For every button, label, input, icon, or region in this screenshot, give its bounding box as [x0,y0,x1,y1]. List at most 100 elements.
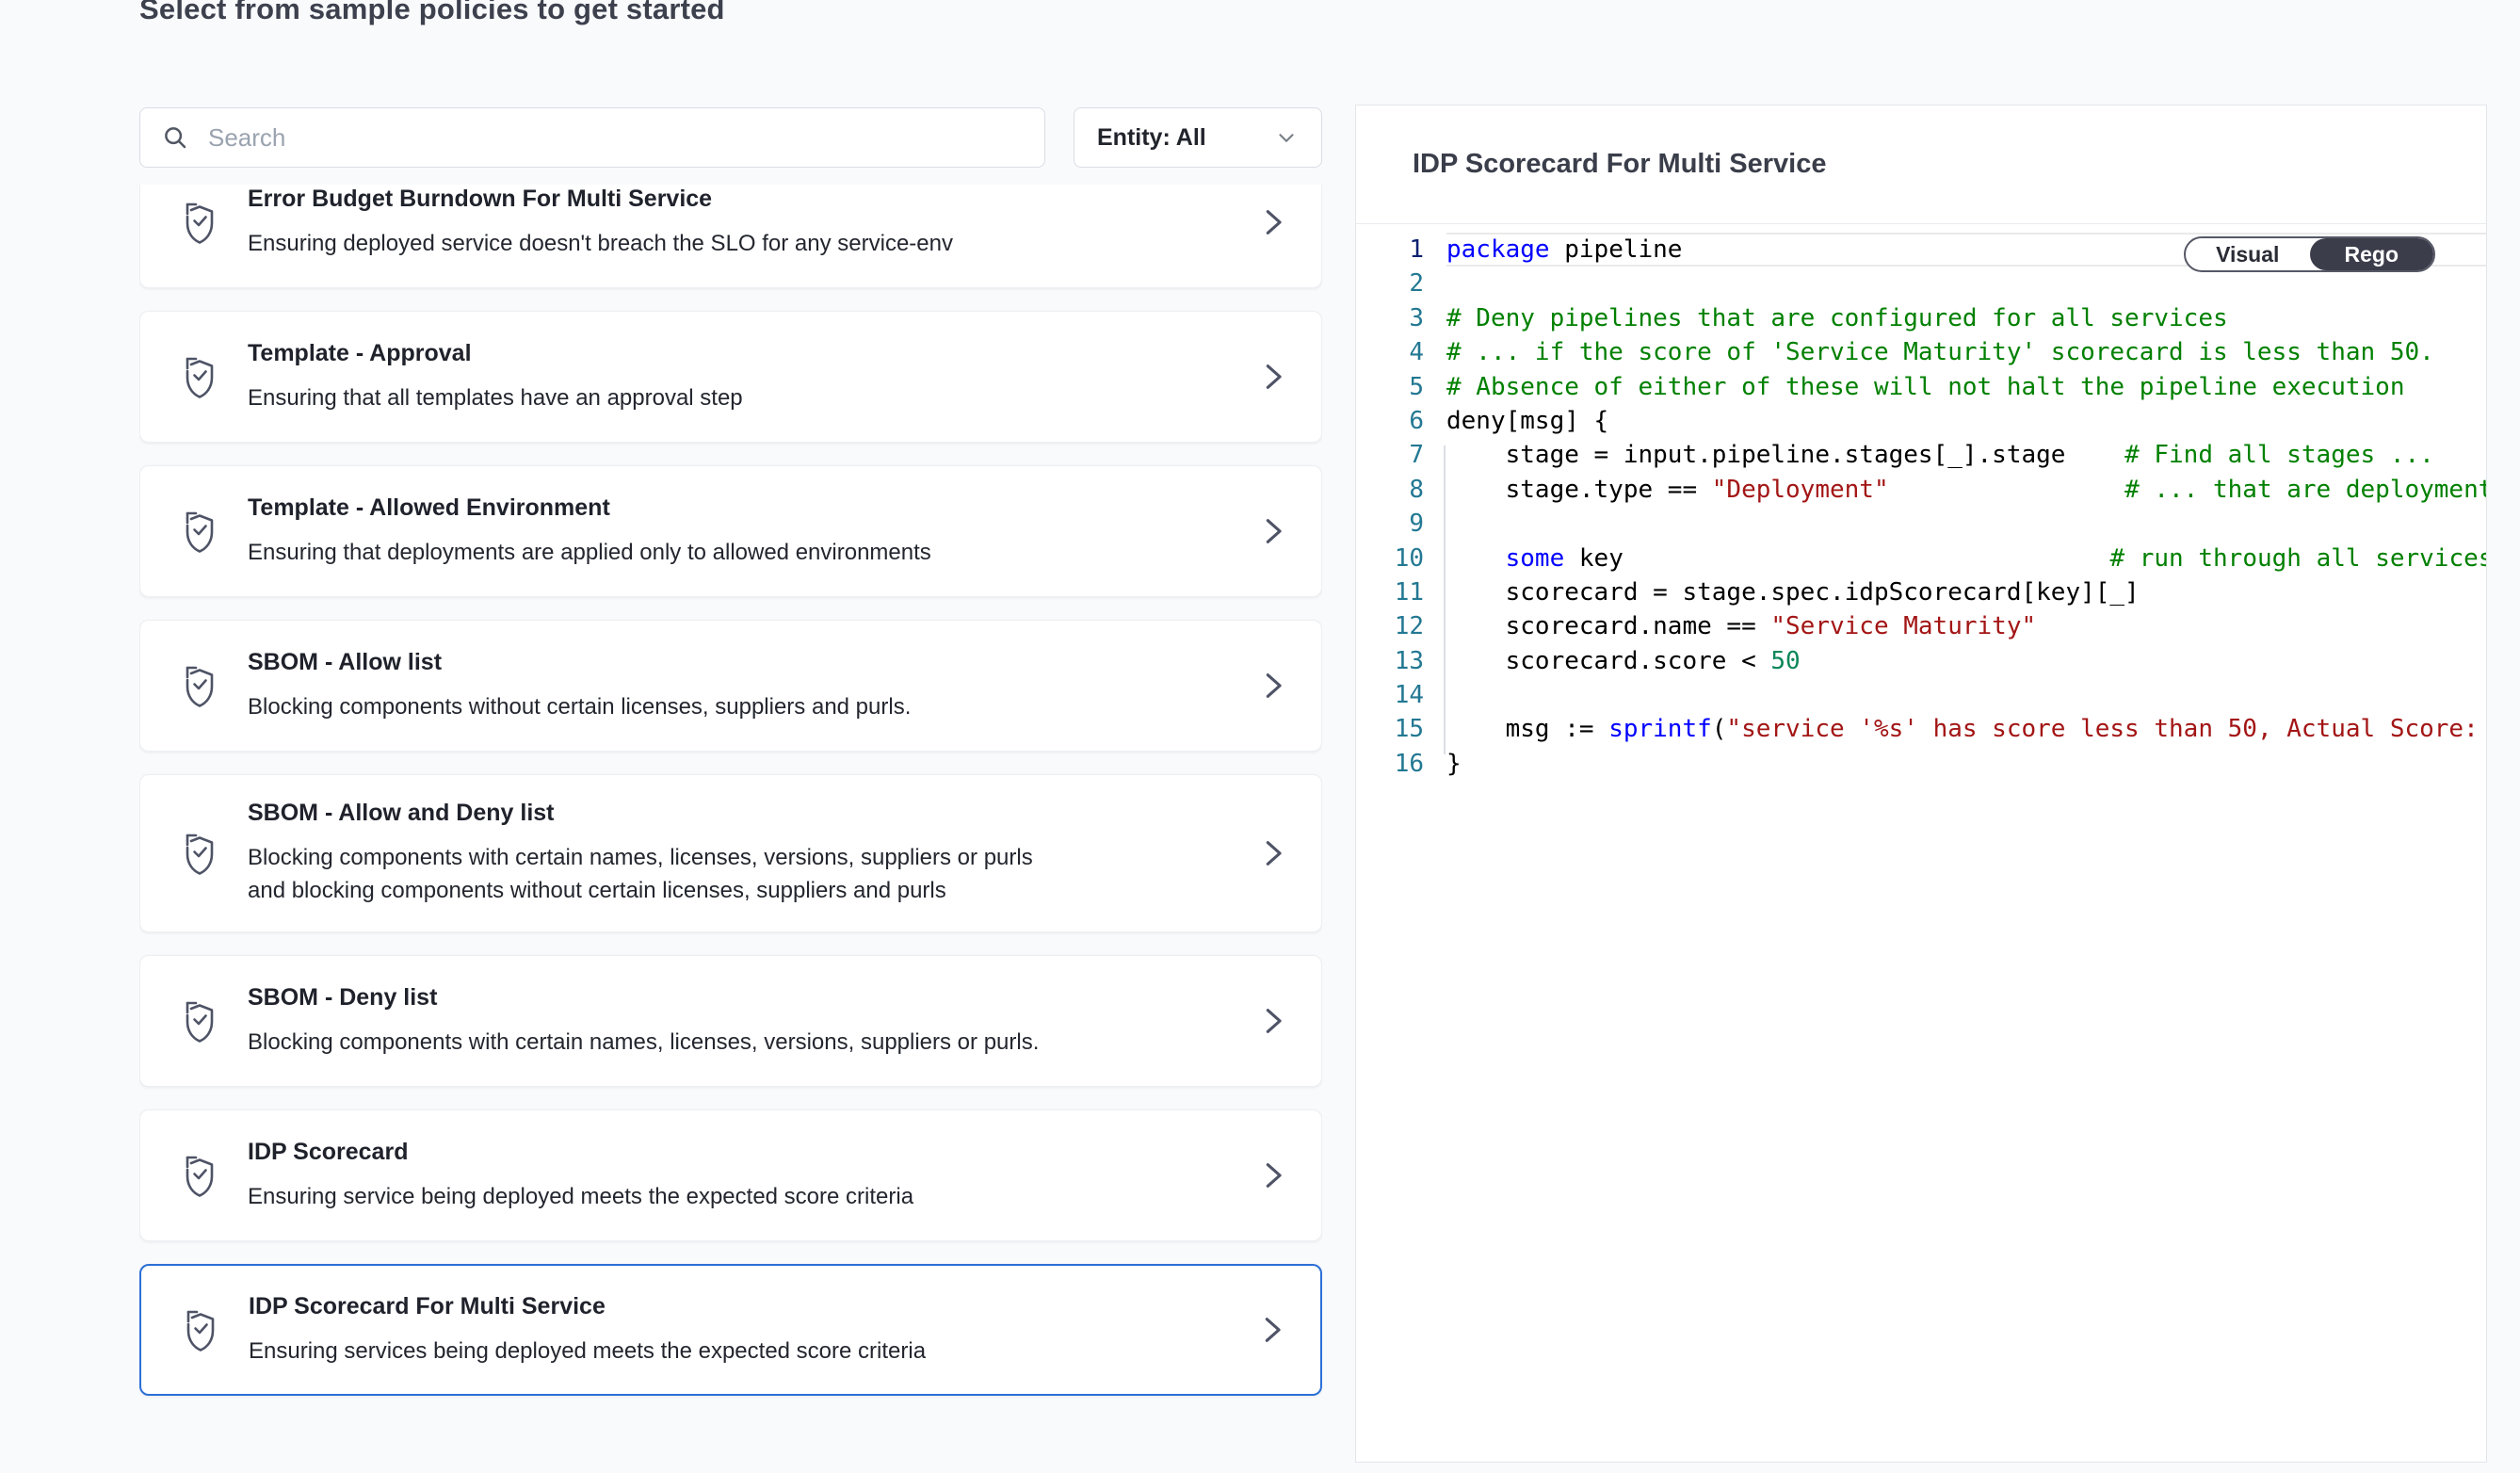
code-line: 4 # ... if the score of 'Service Maturity… [1356,335,2486,369]
code-line-content: # Absence of either of these will not ha… [1446,370,2486,404]
policy-card[interactable]: SBOM - Allow and Deny list Blocking comp… [139,774,1322,932]
chevron-right-icon[interactable] [1257,1157,1289,1194]
policy-title: IDP Scorecard For Multi Service [249,1293,1058,1320]
policy-shield-check-icon [179,1305,222,1354]
code-line: 6 deny[msg] { [1356,404,2486,438]
policy-title: SBOM - Deny list [248,984,1058,1012]
policy-description: Blocking components without certain lice… [248,690,1058,723]
policy-description: Ensuring service being deployed meets th… [248,1180,1058,1213]
code-line: 5 # Absence of either of these will not h… [1356,370,2486,404]
policy-detail-panel: IDP Scorecard For Multi Service Visual R… [1355,105,2487,1463]
policy-shield-check-icon [178,507,221,556]
policy-description: Ensuring deployed service doesn't breach… [248,227,1058,260]
rego-code-editor[interactable]: 1package pipeline23# Deny pipelines that… [1356,225,2486,1462]
code-line-content: # Deny pipelines that are configured for… [1446,301,2486,335]
code-line-content [1446,507,2486,541]
policy-description: Blocking components with certain names, … [248,1026,1058,1059]
chevron-down-icon [1274,125,1299,150]
policy-shield-check-icon [178,661,221,710]
toolbar: Entity: All [139,107,1322,168]
code-line: 16} [1356,747,2486,781]
chevron-right-icon[interactable] [1257,358,1289,396]
line-number: 12 [1356,609,1424,643]
line-number: 8 [1356,473,1424,507]
policy-card[interactable]: Template - Approval Ensuring that all te… [139,311,1322,443]
line-number: 6 [1356,404,1424,438]
line-number: 10 [1356,542,1424,575]
policy-card[interactable]: IDP Scorecard Ensuring service being dep… [139,1109,1322,1241]
policy-description: Ensuring services being deployed meets t… [249,1335,1058,1368]
code-line: 14 [1356,678,2486,712]
policy-card-texts: SBOM - Deny list Blocking components wit… [248,984,1095,1059]
policy-title: SBOM - Allow list [248,649,1058,676]
code-line: 10 some key # run through all services [1356,542,2486,575]
policy-shield-check-icon [178,1151,221,1200]
policy-card-texts: Error Budget Burndown For Multi Service … [248,186,1095,260]
code-line-content: deny[msg] { [1446,404,2486,438]
line-number: 3 [1356,301,1424,335]
code-line: 7 stage = input.pipeline.stages[_].stage… [1356,438,2486,472]
policy-card[interactable]: IDP Scorecard For Multi Service Ensuring… [139,1264,1322,1396]
policy-card-texts: Template - Allowed Environment Ensuring … [248,494,1095,569]
policy-card-texts: SBOM - Allow and Deny list Blocking comp… [248,800,1095,907]
policy-card-texts: IDP Scorecard For Multi Service Ensuring… [249,1293,1096,1368]
code-line-content: } [1446,747,2486,781]
line-number: 7 [1356,438,1424,472]
chevron-right-icon[interactable] [1257,1002,1289,1040]
rego-toggle-button[interactable]: Rego [2310,238,2434,270]
search-input[interactable] [206,122,1024,154]
policy-shield-check-icon [178,198,221,247]
entity-filter-dropdown[interactable]: Entity: All [1074,107,1322,168]
entity-filter-label: Entity: All [1097,124,1206,152]
line-number: 14 [1356,678,1424,712]
chevron-right-icon[interactable] [1257,512,1289,550]
policy-shield-check-icon [178,829,221,878]
chevron-right-icon[interactable] [1257,667,1289,704]
code-lines: 1package pipeline23# Deny pipelines that… [1356,233,2486,781]
code-line-content: msg := sprintf("service '%s' has score l… [1446,712,2486,746]
code-line: 3 # Deny pipelines that are configured fo… [1356,301,2486,335]
code-line: 13 scorecard.score < 50 [1356,644,2486,678]
policy-card[interactable]: Template - Allowed Environment Ensuring … [139,465,1322,597]
detail-panel-title: IDP Scorecard For Multi Service [1356,105,2486,224]
policy-list: Error Budget Burndown For Multi Service … [139,185,1322,1465]
code-line: 9 [1356,507,2486,541]
code-line-content: # ... if the score of 'Service Maturity'… [1446,335,2486,369]
code-line-content: scorecard = stage.spec.idpScorecard[key]… [1446,575,2486,609]
code-line: 12 scorecard.name == "Service Maturity" [1356,609,2486,643]
policy-card-texts: SBOM - Allow list Blocking components wi… [248,649,1095,723]
search-icon [161,123,189,152]
code-line: 11 scorecard = stage.spec.idpScorecard[k… [1356,575,2486,609]
page-title: Select from sample policies to get start… [139,0,725,26]
policy-card[interactable]: Error Budget Burndown For Multi Service … [139,185,1322,288]
code-line-content [1446,678,2486,712]
policy-shield-check-icon [178,352,221,401]
policy-card-texts: Template - Approval Ensuring that all te… [248,340,1095,414]
chevron-right-icon[interactable] [1257,834,1289,872]
line-number: 11 [1356,575,1424,609]
policy-card[interactable]: SBOM - Allow list Blocking components wi… [139,620,1322,752]
chevron-right-icon[interactable] [1257,203,1289,241]
line-number: 2 [1356,267,1424,300]
policy-description: Ensuring that deployments are applied on… [248,536,1058,569]
code-line-content: some key # run through all services [1446,542,2486,575]
policy-card-texts: IDP Scorecard Ensuring service being dep… [248,1139,1095,1213]
visual-toggle-button[interactable]: Visual [2186,238,2310,270]
line-number: 5 [1356,370,1424,404]
line-number: 9 [1356,507,1424,541]
indent-guide-line [1444,445,1446,754]
view-mode-toggle: Visual Rego [2184,236,2435,272]
code-line-content: scorecard.score < 50 [1446,644,2486,678]
chevron-right-icon[interactable] [1256,1311,1288,1349]
line-number: 4 [1356,335,1424,369]
code-line-content: scorecard.name == "Service Maturity" [1446,609,2486,643]
code-line-content: stage.type == "Deployment" # ... that ar… [1446,473,2486,507]
line-number: 1 [1356,233,1424,267]
code-line: 8 stage.type == "Deployment" # ... that … [1356,473,2486,507]
policy-shield-check-icon [178,996,221,1045]
policy-title: Template - Allowed Environment [248,494,1058,522]
search-box[interactable] [139,107,1045,168]
policy-card[interactable]: SBOM - Deny list Blocking components wit… [139,955,1322,1087]
policy-description: Blocking components with certain names, … [248,841,1058,907]
policy-title: SBOM - Allow and Deny list [248,800,1058,827]
